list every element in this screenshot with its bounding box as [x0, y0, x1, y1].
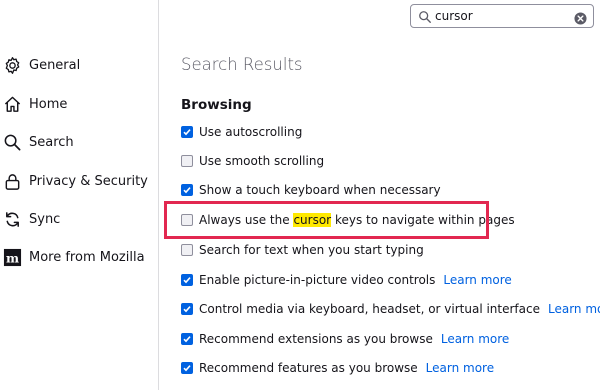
option-media-control[interactable]: Control media via keyboard, headset, or …: [181, 300, 600, 318]
home-icon: [3, 95, 22, 114]
mozilla-icon: m: [3, 248, 22, 267]
search-icon: [3, 133, 22, 152]
option-touch-keyboard[interactable]: Show a touch keyboard when necessary: [181, 181, 441, 199]
sync-icon: [3, 210, 22, 229]
svg-text:m: m: [6, 250, 19, 265]
sidebar-item-general[interactable]: General: [0, 50, 158, 80]
clear-search-icon[interactable]: [574, 10, 587, 25]
checkbox[interactable]: [181, 184, 193, 196]
sidebar-item-sync[interactable]: Sync: [0, 204, 158, 234]
sidebar-item-more-from-mozilla[interactable]: m More from Mozilla: [0, 242, 158, 272]
sidebar-item-label: Search: [29, 134, 74, 150]
sidebar-item-home[interactable]: Home: [0, 89, 158, 119]
sidebar-item-label: Privacy & Security: [29, 173, 148, 189]
learn-more-link[interactable]: Learn more: [441, 332, 509, 346]
sidebar-item-label: More from Mozilla: [29, 249, 145, 265]
search-highlight: cursor: [293, 213, 332, 227]
option-autoscrolling[interactable]: Use autoscrolling: [181, 123, 302, 141]
sidebar-item-privacy[interactable]: Privacy & Security: [0, 166, 158, 196]
learn-more-link[interactable]: Learn more: [548, 302, 600, 316]
option-label: Use smooth scrolling: [199, 154, 325, 168]
checkbox[interactable]: [181, 333, 193, 345]
sidebar-item-search[interactable]: Search: [0, 127, 158, 157]
option-recommend-extensions[interactable]: Recommend extensions as you browse Learn…: [181, 330, 509, 348]
option-label: Recommend extensions as you browse: [199, 332, 433, 346]
checkbox[interactable]: [181, 303, 193, 315]
learn-more-link[interactable]: Learn more: [443, 273, 511, 287]
checkbox[interactable]: [181, 274, 193, 286]
option-cursor-keys[interactable]: Always use the cursor keys to navigate w…: [181, 211, 515, 229]
option-recommend-features[interactable]: Recommend features as you browse Learn m…: [181, 359, 494, 377]
option-search-typing[interactable]: Search for text when you start typing: [181, 241, 424, 259]
option-label: Search for text when you start typing: [199, 243, 424, 257]
option-label: Always use the: [199, 213, 294, 227]
page-title: Search Results: [181, 55, 303, 74]
option-label: Enable picture-in-picture video controls: [199, 273, 436, 287]
checkbox[interactable]: [181, 244, 193, 256]
option-label: Show a touch keyboard when necessary: [199, 183, 441, 197]
search-input[interactable]: [435, 7, 565, 25]
checkbox[interactable]: [181, 214, 193, 226]
search-icon: [418, 9, 432, 23]
option-smooth-scrolling[interactable]: Use smooth scrolling: [181, 152, 324, 170]
option-picture-in-picture[interactable]: Enable picture-in-picture video controls…: [181, 271, 512, 289]
option-label: Control media via keyboard, headset, or …: [199, 302, 540, 316]
section-title-browsing: Browsing: [181, 97, 252, 113]
checkbox[interactable]: [181, 362, 193, 374]
gear-icon: [3, 56, 22, 75]
sidebar-item-label: Sync: [29, 211, 61, 227]
sidebar: General Home Search Privacy & Security S…: [0, 0, 159, 390]
search-box[interactable]: [410, 4, 594, 28]
option-label: Use: [199, 125, 226, 139]
sidebar-item-label: Home: [29, 96, 68, 112]
option-label: Recommend features as you browse: [199, 361, 418, 375]
option-label-rest: autoscrolling: [225, 125, 303, 139]
option-label-rest: keys to navigate within pages: [331, 213, 515, 227]
sidebar-item-label: General: [29, 57, 81, 73]
learn-more-link[interactable]: Learn more: [426, 361, 494, 375]
checkbox[interactable]: [181, 155, 193, 167]
lock-icon: [3, 172, 22, 191]
checkbox[interactable]: [181, 126, 193, 138]
